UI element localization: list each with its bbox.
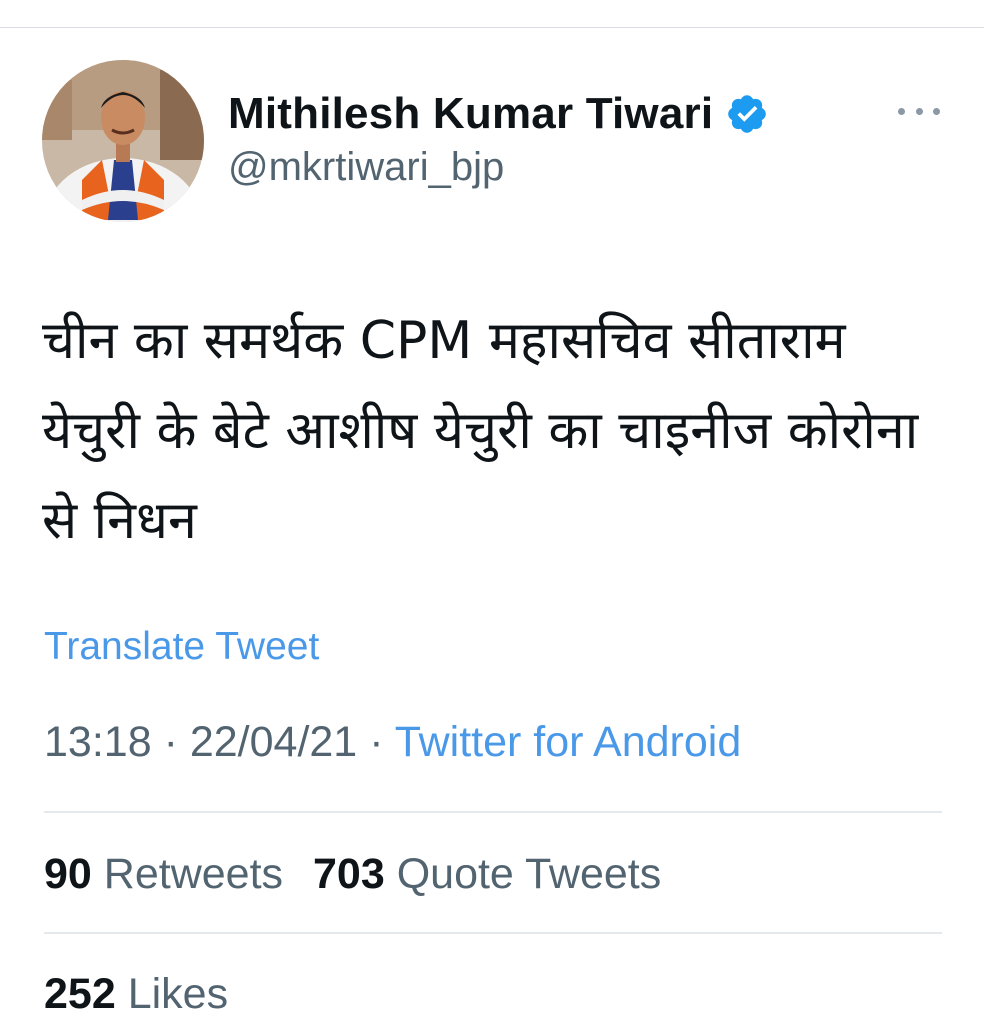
engagement-stats-row: 90 Retweets 703 Quote Tweets: [44, 850, 679, 899]
meta-separator: ·: [369, 718, 384, 766]
tweet-date: 22/04/21: [189, 718, 358, 766]
dot: [933, 107, 940, 115]
more-options-icon[interactable]: [898, 96, 940, 126]
meta-separator: ·: [163, 718, 178, 766]
author-handle[interactable]: @mkrtiwari_bjp: [228, 145, 504, 190]
translate-tweet-link[interactable]: Translate Tweet: [44, 625, 319, 669]
divider: [44, 932, 942, 934]
dot: [915, 107, 923, 115]
author-display-name[interactable]: Mithilesh Kumar Tiwari: [228, 89, 713, 139]
tweet-source-link[interactable]: Twitter for Android: [395, 718, 742, 766]
likes-stats-row: 252 Likes: [44, 970, 246, 1019]
tweet-time: 13:18: [44, 718, 152, 766]
avatar-image: [42, 60, 204, 222]
verified-badge-icon: [725, 92, 769, 136]
likes-count: 252: [44, 970, 116, 1018]
author-avatar[interactable]: [42, 60, 204, 222]
retweets-stat[interactable]: 90 Retweets: [44, 850, 283, 898]
likes-stat[interactable]: 252 Likes: [44, 970, 228, 1018]
author-name-row: Mithilesh Kumar Tiwari: [228, 84, 769, 144]
quote-tweets-label: Quote Tweets: [396, 850, 662, 898]
likes-label: Likes: [127, 970, 229, 1018]
dot: [898, 107, 905, 115]
divider: [44, 811, 942, 813]
retweets-count: 90: [44, 850, 92, 898]
retweets-label: Retweets: [103, 850, 284, 898]
tweet-text: चीन का समर्थक CPM महासचिव सीताराम येचुरी…: [42, 311, 919, 551]
quote-tweets-count: 703: [313, 850, 385, 898]
quote-tweets-stat[interactable]: 703 Quote Tweets: [313, 850, 661, 898]
top-divider: [0, 27, 984, 28]
tweet-metadata: 13:18 · 22/04/21 · Twitter for Android: [44, 718, 741, 767]
